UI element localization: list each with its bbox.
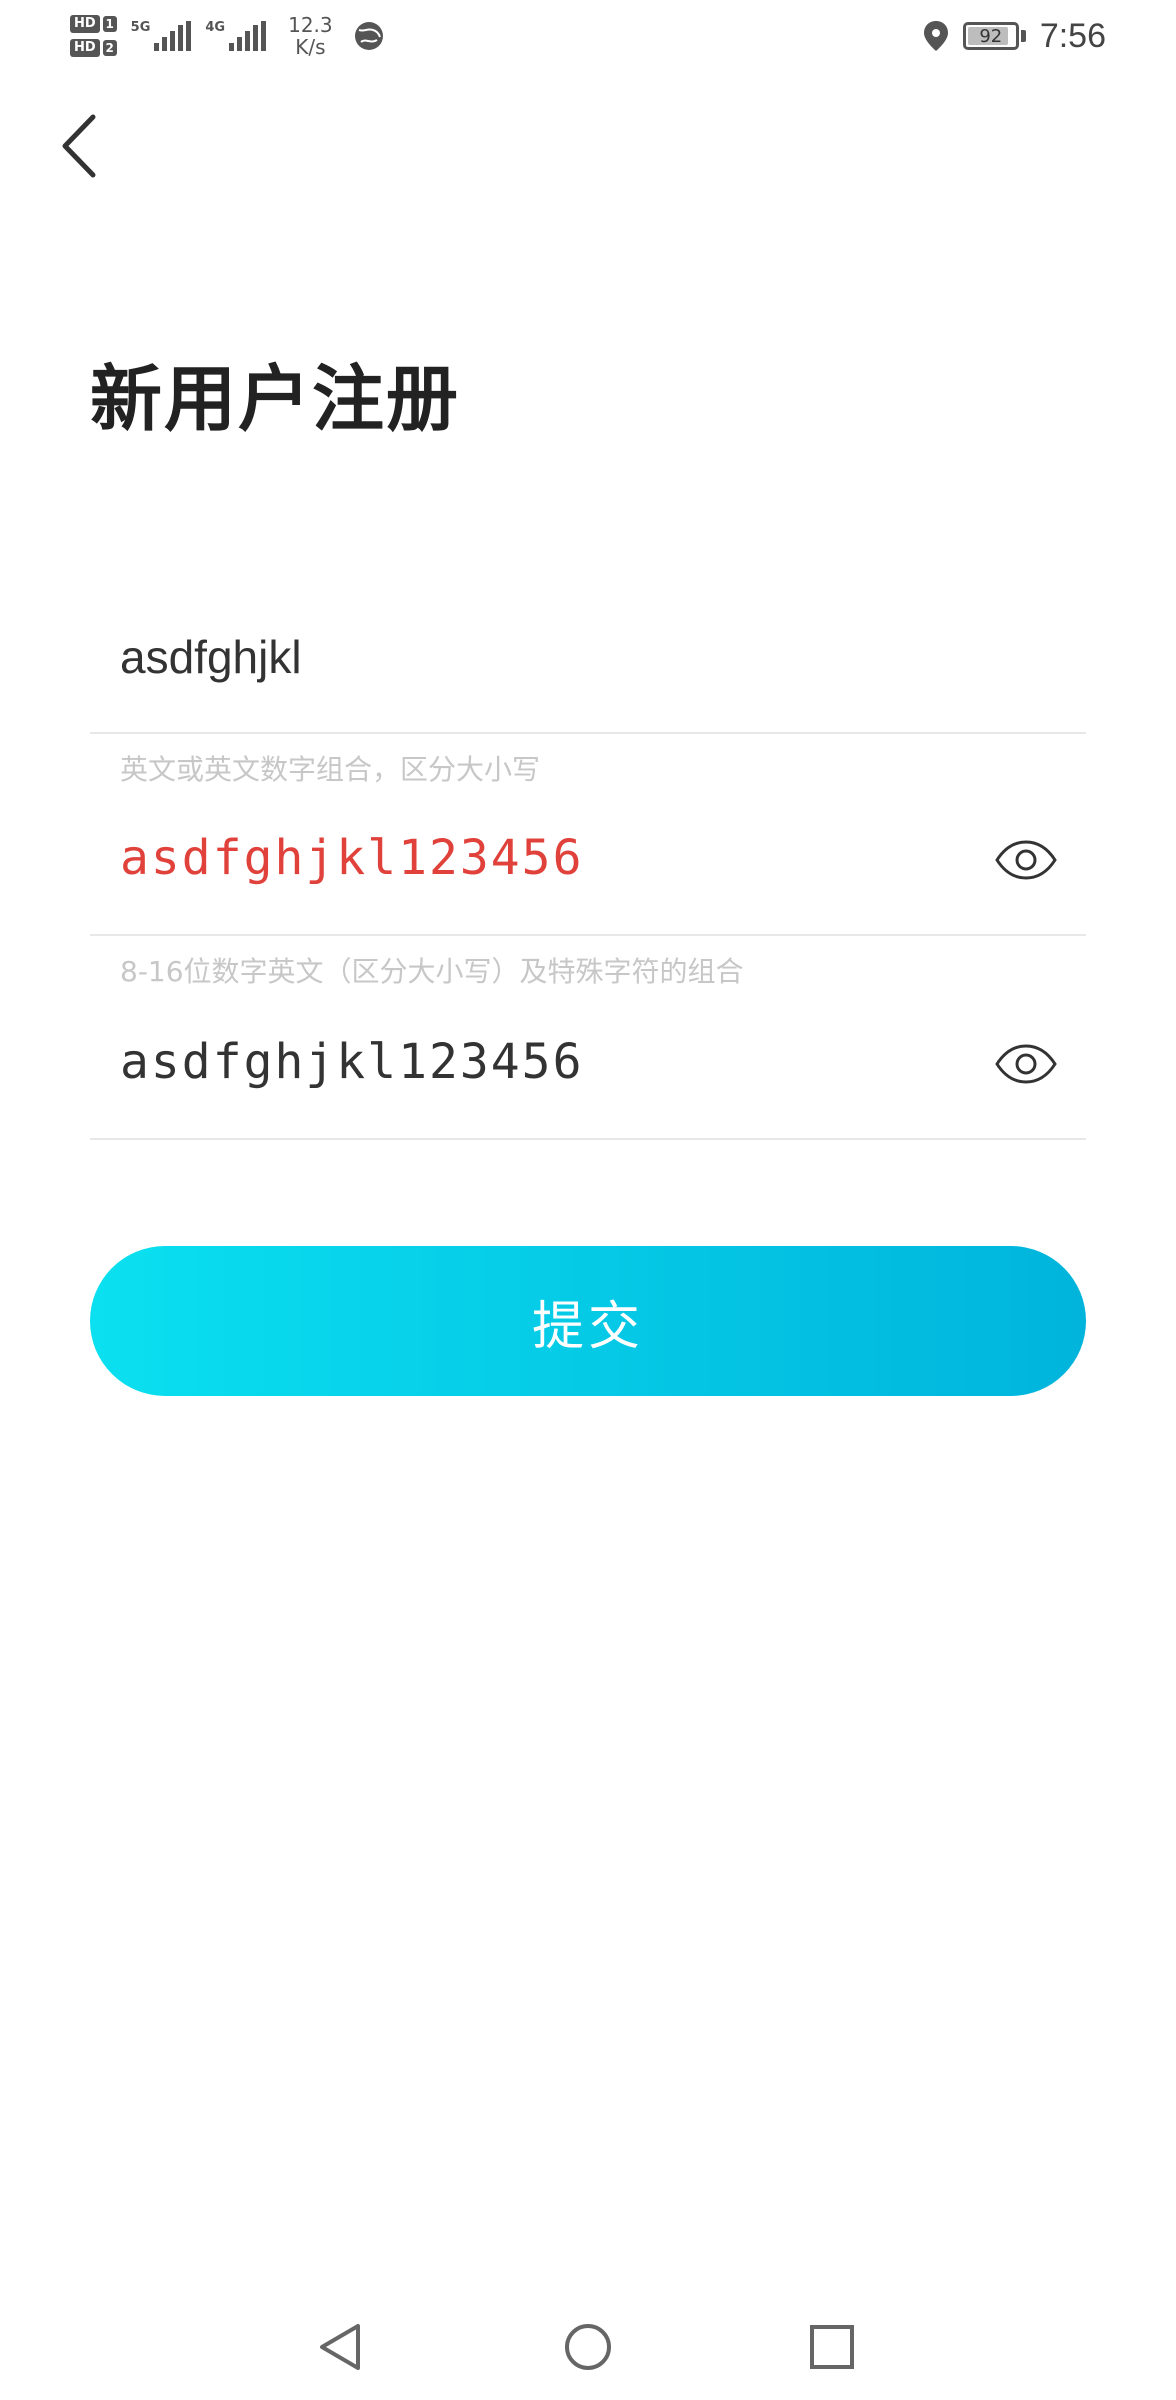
globe-icon — [354, 22, 383, 50]
nav-home-button[interactable] — [553, 2312, 623, 2382]
password-input-value[interactable]: asdfghjkl123456 — [120, 830, 583, 886]
nav-recents-icon — [810, 2325, 854, 2369]
eye-icon[interactable] — [994, 1044, 1058, 1084]
sim-indicators: HD 1 HD 2 — [70, 15, 117, 57]
sim2-hd-icon: HD 2 — [70, 39, 117, 57]
username-field[interactable]: asdfghjkl — [90, 590, 1086, 734]
password-field[interactable]: asdfghjkl123456 — [90, 790, 1086, 936]
status-right: 92 7:56 — [923, 10, 1106, 62]
nav-back-icon — [320, 2324, 360, 2370]
nav-home-icon — [565, 2324, 611, 2370]
sim1-number: 1 — [102, 16, 117, 32]
sim2-hd-label: HD — [70, 39, 100, 57]
back-arrow-icon — [62, 114, 96, 178]
eye-icon[interactable] — [994, 840, 1058, 880]
nav-back-button[interactable] — [305, 2312, 375, 2382]
signal-4g-icon: 4G — [205, 20, 267, 51]
battery-level-text: 92 — [979, 25, 1003, 47]
nav-recents-button[interactable] — [797, 2312, 867, 2382]
username-input-value[interactable]: asdfghjkl — [120, 630, 302, 684]
system-nav-bar — [0, 2290, 1176, 2400]
status-bar: HD 1 HD 2 5G 4G 12.3 K/s 92 7:56 — [0, 0, 1176, 72]
network2-label: 4G — [205, 20, 226, 35]
status-left: HD 1 HD 2 5G 4G 12.3 K/s — [70, 8, 385, 64]
back-button[interactable] — [44, 106, 114, 186]
location-icon — [923, 21, 948, 51]
confirm-password-field[interactable]: asdfghjkl123456 — [90, 994, 1086, 1140]
battery-tip — [1020, 30, 1026, 42]
submit-button[interactable]: 提交 — [90, 1246, 1086, 1396]
username-hint: 英文或英文数字组合，区分大小写 — [120, 753, 541, 786]
battery-icon: 92 — [962, 22, 1019, 50]
confirm-password-input-value[interactable]: asdfghjkl123456 — [120, 1034, 583, 1090]
sim2-number: 2 — [102, 40, 117, 56]
signal-5g-icon: 5G — [131, 21, 192, 51]
clock: 7:56 — [1039, 16, 1106, 55]
speed-value: 12.3 — [288, 13, 333, 37]
sim1-hd-label: HD — [70, 15, 100, 33]
speed-unit: K/s — [295, 35, 326, 59]
submit-button-label: 提交 — [531, 1296, 644, 1357]
network-speed: 12.3 K/s — [288, 14, 333, 58]
sim1-hd-icon: HD 1 — [70, 15, 117, 33]
password-hint: 8-16位数字英文（区分大小写）及特殊字符的组合 — [120, 955, 744, 988]
page-title: 新用户注册 — [90, 357, 461, 441]
network1-label: 5G — [130, 20, 151, 35]
